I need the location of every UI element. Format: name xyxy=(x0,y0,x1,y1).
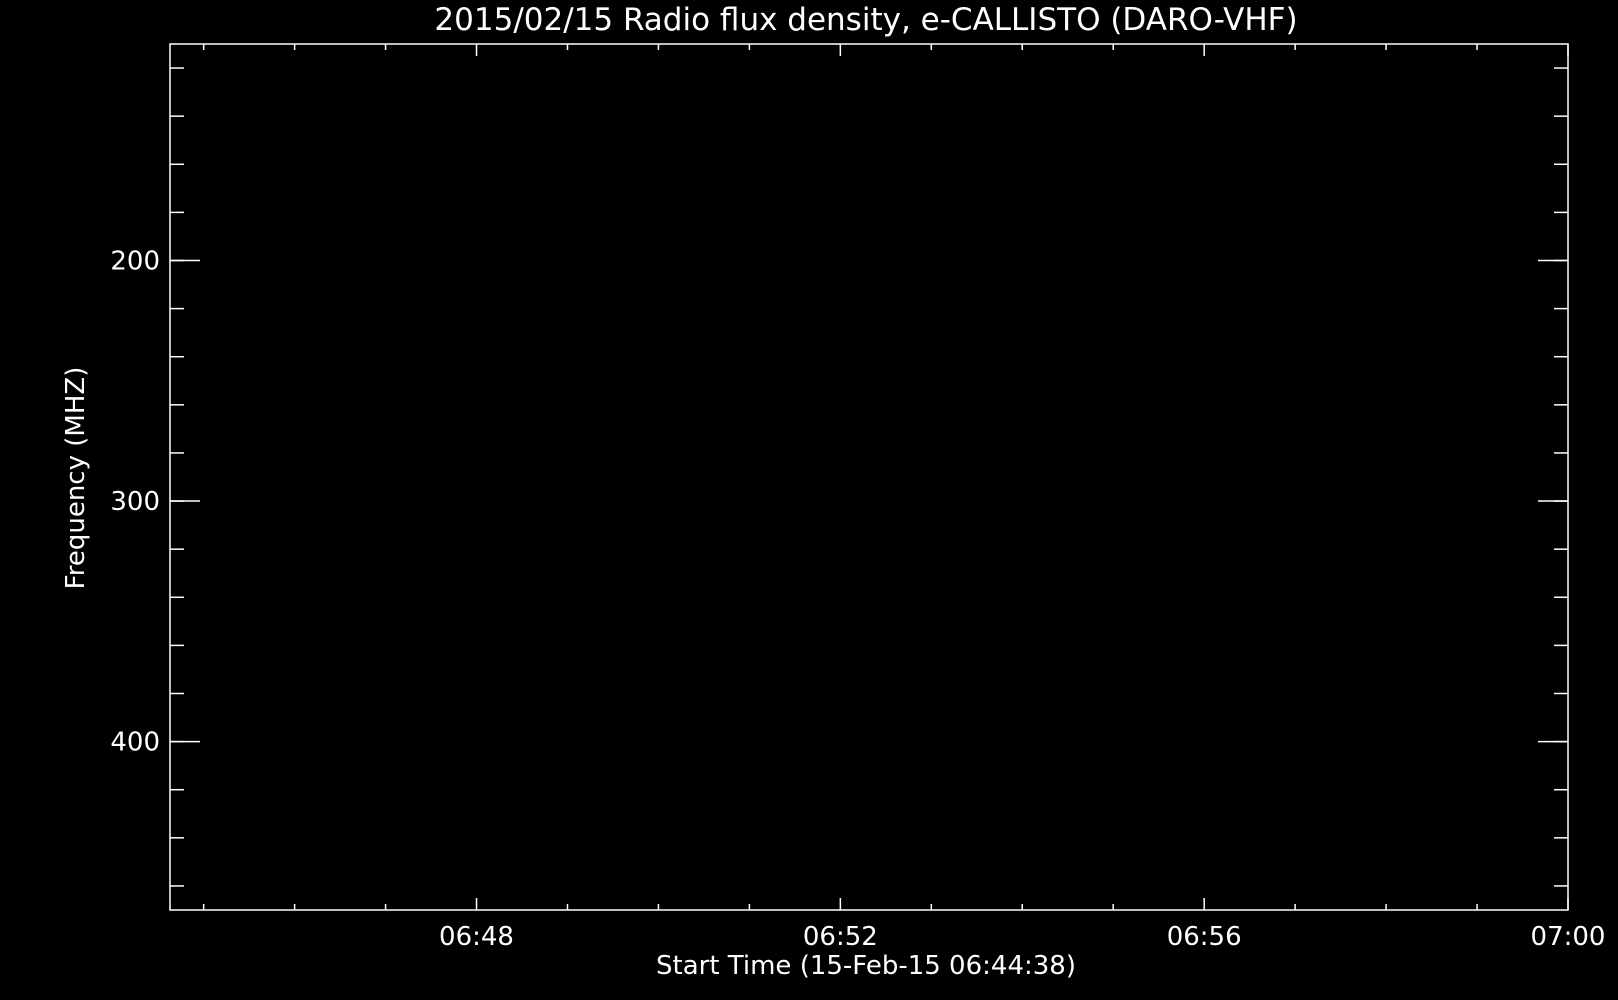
x-tick-label: 06:56 xyxy=(1167,922,1242,952)
x-axis-label: Start Time (15-Feb-15 06:44:38) xyxy=(656,951,1076,981)
spectrogram-chart: 2015/02/15 Radio flux density, e-CALLIST… xyxy=(0,0,1618,1000)
y-axis-label: Frequency (MHZ) xyxy=(61,367,91,590)
y-tick-label: 400 xyxy=(110,728,160,758)
x-tick-label: 06:52 xyxy=(803,922,878,952)
x-tick-label: 07:00 xyxy=(1531,922,1606,952)
chart-title: 2015/02/15 Radio flux density, e-CALLIST… xyxy=(434,2,1297,38)
y-tick-label: 300 xyxy=(110,487,160,517)
y-tick-label: 200 xyxy=(110,247,160,277)
x-tick-label: 06:48 xyxy=(439,922,514,952)
chart-background xyxy=(0,0,1618,1000)
